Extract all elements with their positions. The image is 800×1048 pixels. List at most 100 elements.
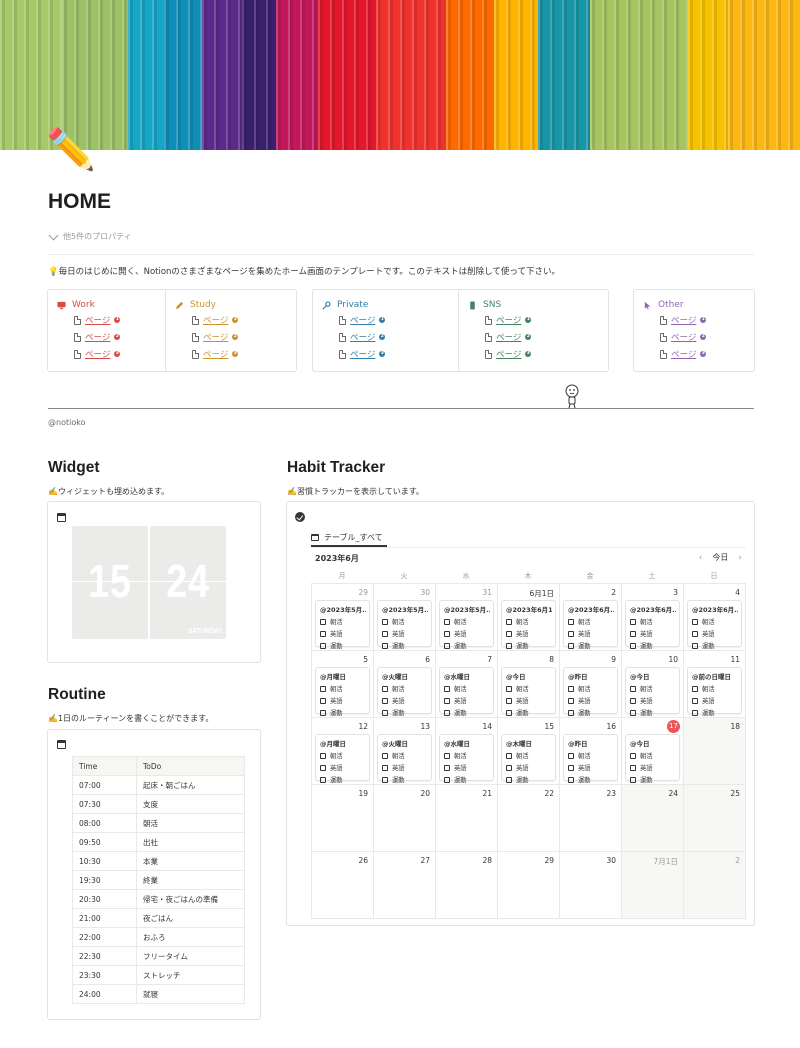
habit-entry-card[interactable]: @前の日曜日 朝活 英語 運動: [687, 667, 742, 717]
habit-checkbox-item[interactable]: 朝活: [320, 617, 366, 626]
habit-entry-card[interactable]: @火曜日 朝活 英語 運動: [377, 734, 432, 784]
calendar-day-cell[interactable]: 31 @2023年5月... 朝活 英語 運動: [436, 584, 498, 651]
table-row[interactable]: 08:00 朝活: [72, 813, 245, 833]
habit-checkbox-item[interactable]: 朝活: [382, 617, 428, 626]
time-cell[interactable]: 20:30: [72, 889, 137, 909]
checkbox-icon[interactable]: [506, 642, 512, 649]
time-cell[interactable]: 22:00: [72, 927, 137, 947]
checkbox-icon[interactable]: [506, 709, 512, 716]
habit-entry-card[interactable]: @水曜日 朝活 英語 運動: [439, 734, 494, 784]
checkbox-icon[interactable]: [568, 752, 574, 759]
page-title[interactable]: HOME: [48, 190, 111, 214]
checkbox-icon[interactable]: [320, 685, 326, 692]
checkbox-icon[interactable]: [320, 752, 326, 759]
checkbox-icon[interactable]: [506, 630, 512, 637]
calendar-day-cell[interactable]: 10 @今日 朝活 英語 運動: [622, 651, 684, 718]
checkbox-icon[interactable]: [382, 697, 388, 704]
time-cell[interactable]: 24:00: [72, 984, 137, 1004]
page-link[interactable]: ページ 3: [660, 348, 707, 360]
habit-checkbox-item[interactable]: 運動: [506, 641, 552, 650]
time-cell[interactable]: 09:50: [72, 832, 137, 852]
habit-checkbox-item[interactable]: 英語: [382, 696, 428, 705]
checkbox-icon[interactable]: [506, 776, 512, 783]
todo-cell[interactable]: おふろ: [136, 927, 245, 947]
todo-cell[interactable]: 就寝: [136, 984, 245, 1004]
habit-entry-card[interactable]: @月曜日 朝活 英語 運動: [315, 667, 370, 717]
checkbox-icon[interactable]: [568, 618, 574, 625]
checkbox-icon[interactable]: [568, 764, 574, 771]
checkbox-icon[interactable]: [506, 685, 512, 692]
page-link[interactable]: ページ 2: [74, 331, 121, 343]
habit-heading[interactable]: Habit Tracker: [287, 459, 385, 477]
checkbox-icon[interactable]: [506, 764, 512, 771]
habit-checkbox-item[interactable]: 英語: [444, 629, 490, 638]
habit-entry-card[interactable]: @2023年6月... 朝活 英語 運動: [563, 600, 618, 650]
checkbox-icon[interactable]: [320, 764, 326, 771]
habit-checkbox-item[interactable]: 運動: [320, 775, 366, 784]
habit-checkbox-item[interactable]: 運動: [568, 641, 614, 650]
checkbox-icon[interactable]: [320, 642, 326, 649]
checkbox-icon[interactable]: [630, 776, 636, 783]
habit-checkbox-item[interactable]: 英語: [444, 763, 490, 772]
todo-cell[interactable]: 支度: [136, 794, 245, 814]
calendar-day-cell[interactable]: 13 @火曜日 朝活 英語 運動: [374, 718, 436, 785]
habit-checkbox-item[interactable]: 朝活: [506, 617, 552, 626]
today-button[interactable]: 今日: [712, 552, 728, 563]
calendar-day-cell[interactable]: 25: [684, 785, 746, 852]
habit-checkbox-item[interactable]: 英語: [506, 763, 552, 772]
habit-entry-card[interactable]: @2023年6月... 朝活 英語 運動: [625, 600, 680, 650]
card-header[interactable]: Work: [57, 300, 95, 310]
checkbox-icon[interactable]: [382, 764, 388, 771]
card-work[interactable]: Work ページ 1 ページ 2 ページ 3: [47, 289, 169, 372]
checkbox-icon[interactable]: [382, 685, 388, 692]
checkbox-icon[interactable]: [692, 618, 698, 625]
todo-cell[interactable]: 終業: [136, 870, 245, 890]
time-cell[interactable]: 07:00: [72, 775, 137, 795]
calendar-day-cell[interactable]: 6月1日 @2023年6月1... 朝活英語運動: [498, 584, 560, 651]
habit-checkbox-item[interactable]: 英語: [568, 696, 614, 705]
time-cell[interactable]: 10:30: [72, 851, 137, 871]
checkbox-icon[interactable]: [568, 697, 574, 704]
calendar-day-cell[interactable]: 8 @今日 朝活 英語 運動: [498, 651, 560, 718]
chevron-left-icon[interactable]: ‹: [699, 553, 703, 563]
habit-entry-card[interactable]: @2023年5月... 朝活 英語 運動: [315, 600, 370, 650]
checkbox-icon[interactable]: [506, 697, 512, 704]
page-link[interactable]: ページ 2: [660, 331, 707, 343]
calendar-day-cell[interactable]: 17 @今日 朝活 英語 運動: [622, 718, 684, 785]
habit-checkbox-item[interactable]: 運動: [382, 641, 428, 650]
habit-checkbox-item[interactable]: 運動: [382, 708, 428, 717]
habit-entry-card[interactable]: @昨日 朝活 英語 運動: [563, 734, 618, 784]
habit-entry-card[interactable]: @2023年5月... 朝活 英語 運動: [439, 600, 494, 650]
table-row[interactable]: 22:00 おふろ: [72, 927, 245, 947]
habit-checkbox-item[interactable]: 英語: [444, 696, 490, 705]
calendar-day-cell[interactable]: 2 @2023年6月... 朝活 英語 運動: [560, 584, 622, 651]
checkbox-icon[interactable]: [506, 618, 512, 625]
habit-checkbox-item[interactable]: 朝活: [692, 684, 738, 693]
card-header[interactable]: Private: [322, 300, 368, 310]
checkbox-icon[interactable]: [630, 642, 636, 649]
pencil-page-icon[interactable]: ✏️: [46, 126, 96, 174]
habit-checkbox-item[interactable]: 英語: [320, 629, 366, 638]
checkbox-icon[interactable]: [320, 697, 326, 704]
page-link[interactable]: ページ 3: [74, 348, 121, 360]
checkbox-icon[interactable]: [692, 697, 698, 704]
time-cell[interactable]: 23:30: [72, 965, 137, 985]
habit-checkbox-item[interactable]: 運動: [444, 775, 490, 784]
time-cell[interactable]: 08:00: [72, 813, 137, 833]
calendar-day-cell[interactable]: 6 @火曜日 朝活 英語 運動: [374, 651, 436, 718]
calendar-day-cell[interactable]: 11 @前の日曜日 朝活 英語 運動: [684, 651, 746, 718]
table-row[interactable]: 24:00 就寝: [72, 984, 245, 1004]
checkbox-icon[interactable]: [630, 697, 636, 704]
tab-table-all[interactable]: テーブル_すべて: [311, 528, 383, 546]
card-header[interactable]: SNS: [468, 300, 501, 310]
habit-checkbox-item[interactable]: 朝活: [630, 751, 676, 760]
habit-entry-card[interactable]: @木曜日 朝活 英語 運動: [501, 734, 556, 784]
page-link[interactable]: ページ 1: [339, 314, 386, 326]
habit-checkbox-item[interactable]: 英語: [320, 763, 366, 772]
habit-checkbox-item[interactable]: 英語: [568, 629, 614, 638]
checkbox-icon[interactable]: [630, 685, 636, 692]
card-private[interactable]: Private ページ 1 ページ 2 ページ 3: [312, 289, 462, 372]
calendar-day-cell[interactable]: 24: [622, 785, 684, 852]
habit-checkbox-item[interactable]: 運動: [692, 708, 738, 717]
calendar-day-cell[interactable]: 5 @月曜日 朝活 英語 運動: [312, 651, 374, 718]
